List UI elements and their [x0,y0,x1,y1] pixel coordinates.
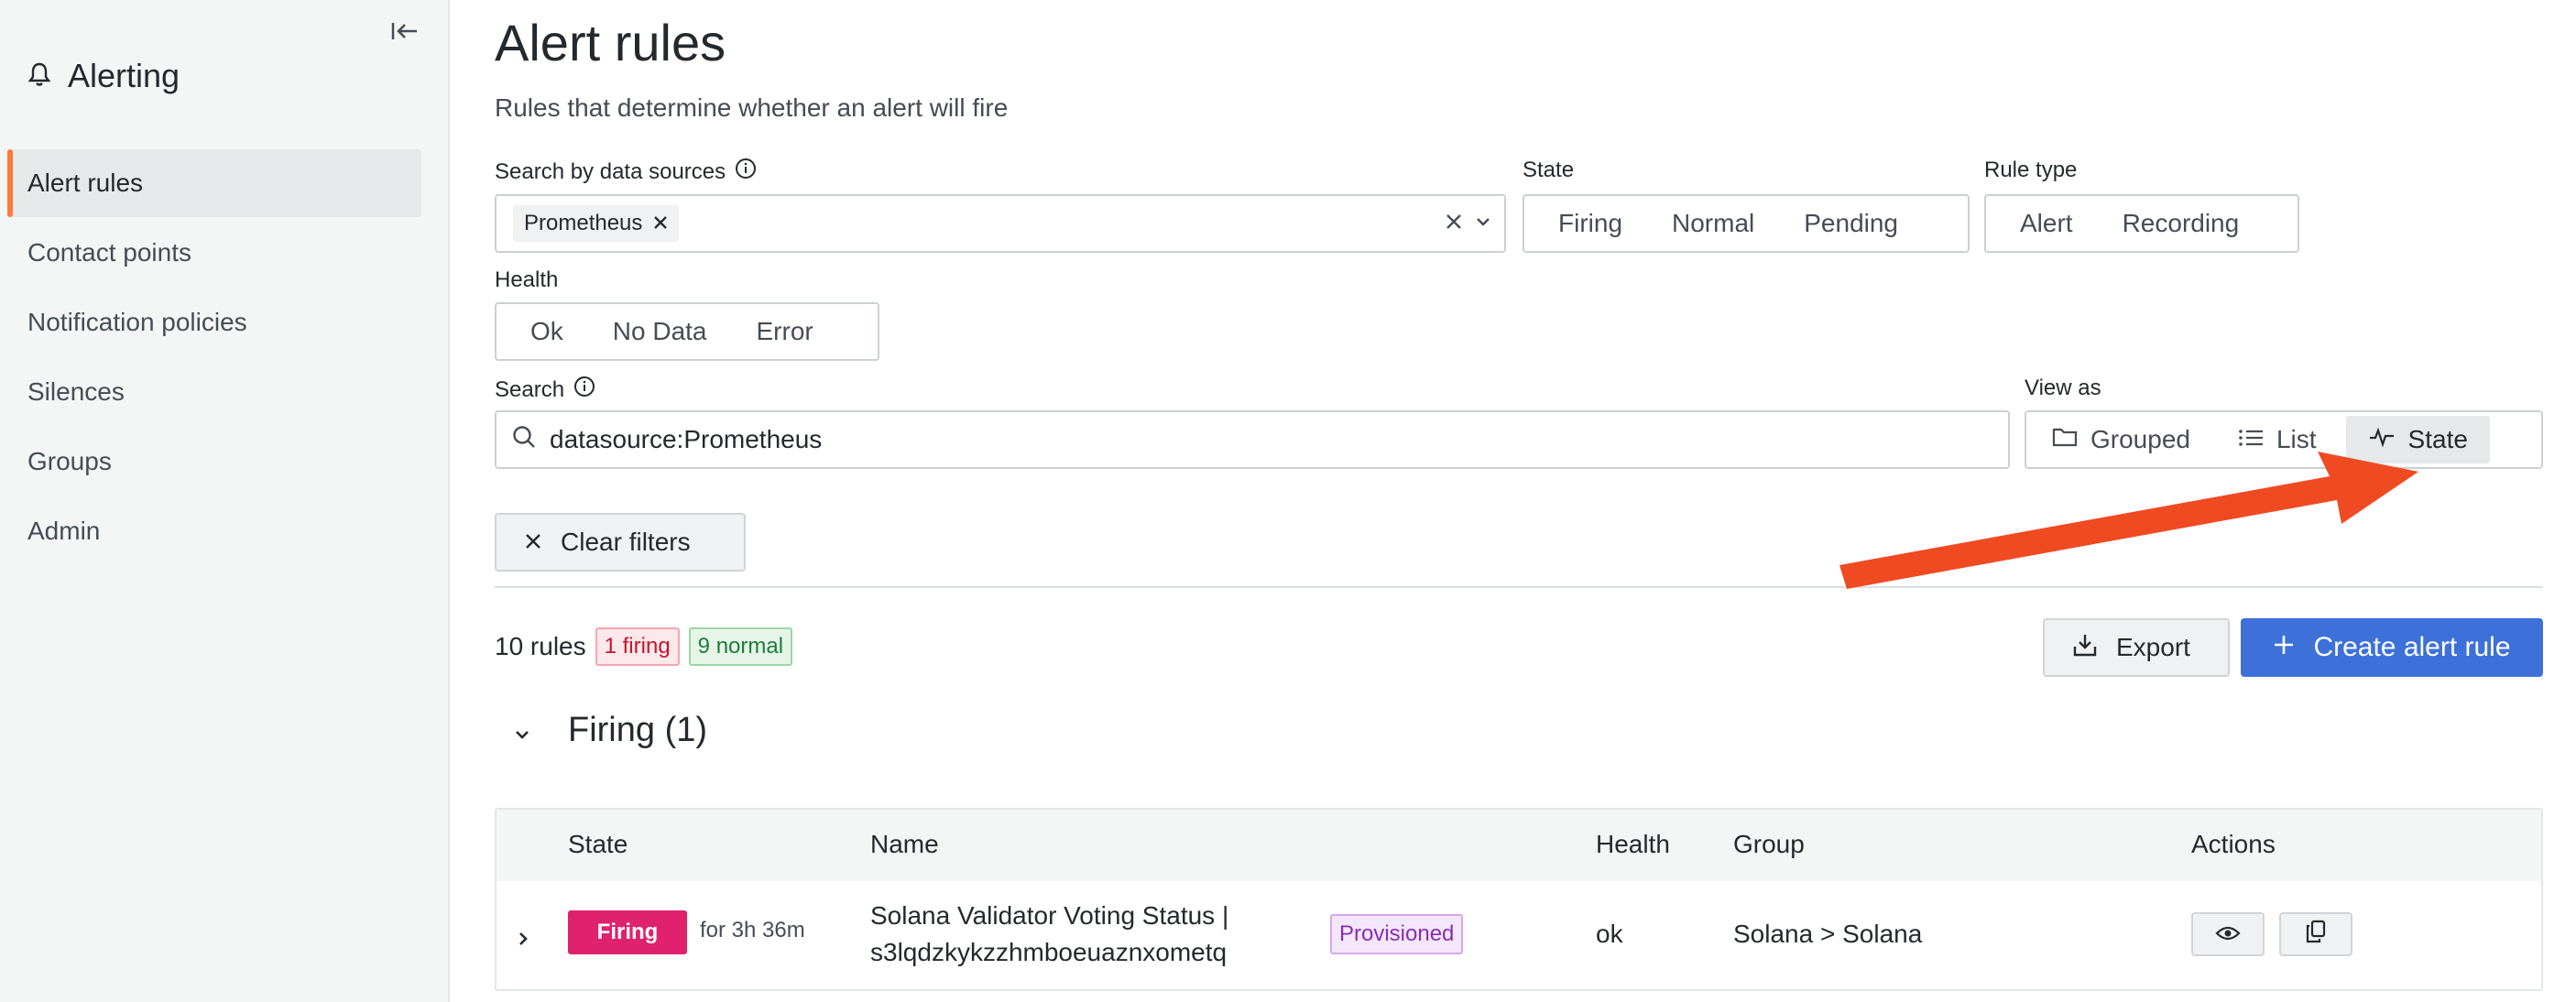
state-filter-label: State [1523,158,1575,182]
info-icon[interactable] [735,158,757,186]
state-badge: Firing [568,910,687,954]
view-as-group: Grouped List State [2025,410,2543,469]
rules-summary: 10 rules 1 firing 9 normal [495,627,793,666]
divider [495,586,2543,588]
health-option-ok[interactable]: Ok [506,317,588,346]
sidebar-nav: Alert rules Contact points Notification … [7,149,421,567]
state-filter-group: Firing Normal Pending [1523,194,1970,253]
view-grouped-label: Grouped [2090,425,2190,453]
ruletype-label: Rule type [1984,158,2078,182]
close-icon [524,528,542,557]
health-filter-group: Ok No Data Error [495,302,879,361]
rule-name[interactable]: Solana Validator Voting Status | s3lqdzk… [870,898,1228,971]
sidebar-item-contact-points[interactable]: Contact points [7,219,421,287]
bell-icon [27,57,51,95]
view-grouped-option[interactable]: Grouped [2030,416,2212,463]
view-list-option[interactable]: List [2212,416,2339,463]
sidebar-item-groups[interactable]: Groups [7,428,421,496]
folder-icon [2052,425,2078,454]
search-value: datasource:Prometheus [550,425,823,453]
search-label: Search [495,376,595,404]
rule-name-line2: s3lqdzkykzzhmboeuaznxometq [870,938,1228,966]
state-option-firing[interactable]: Firing [1534,209,1647,238]
rule-health: ok [1596,920,1623,948]
chevron-right-icon[interactable] [517,925,529,954]
viewas-label: View as [2025,376,2101,400]
create-alert-rule-button[interactable]: Create alert rule [2241,618,2543,677]
table-row[interactable]: Firing for 3h 36m Solana Validator Votin… [497,881,2541,991]
rules-table: State Name Health Group Actions Firing f… [495,808,2543,991]
health-option-nodata[interactable]: No Data [588,317,732,346]
state-option-pending[interactable]: Pending [1779,209,1923,238]
ruletype-option-alert[interactable]: Alert [1995,209,2098,238]
datasource-chip: Prometheus [513,205,680,242]
provisioned-badge: Provisioned [1330,914,1464,954]
rules-count: 10 rules [495,632,586,660]
datasource-select[interactable]: Prometheus [495,194,1506,253]
view-state-label: State [2407,425,2468,453]
datasources-label: Search by data sources [495,158,757,186]
view-rule-button[interactable] [2191,912,2265,956]
rule-name-line1: Solana Validator Voting Status | [870,901,1229,930]
section-title: Firing (1) [568,711,708,749]
search-icon [511,424,537,456]
page-title: Alert rules [495,14,726,71]
ruletype-option-recording[interactable]: Recording [2098,209,2265,238]
eye-icon [2215,920,2241,949]
view-list-label: List [2276,425,2317,453]
normal-count-badge: 9 normal [688,627,793,666]
plus-icon [2273,632,2295,663]
sidebar-item-notification-policies[interactable]: Notification policies [7,289,421,356]
header-name: Name [870,830,939,858]
view-state-option[interactable]: State [2345,416,2490,463]
chevron-down-icon[interactable] [1475,215,1491,232]
sidebar: Alerting Alert rules Contact points Noti… [0,0,450,1002]
sidebar-item-silences[interactable]: Silences [7,358,421,426]
download-icon [2072,632,2098,664]
header-state: State [568,830,628,858]
table-header: State Name Health Group Actions [497,810,2541,881]
health-label: Health [495,267,559,292]
export-label: Export [2116,633,2190,661]
copy-rule-button[interactable] [2279,912,2352,956]
clear-select-icon[interactable] [1446,213,1462,234]
remove-chip-icon[interactable] [653,211,668,236]
state-duration: for 3h 36m [700,918,805,942]
search-input[interactable]: datasource:Prometheus [495,410,2010,469]
datasources-label-text: Search by data sources [495,158,726,184]
datasource-chip-label: Prometheus [524,211,643,235]
firing-count-badge: 1 firing [595,627,680,666]
header-actions: Actions [2191,830,2276,858]
page-subtitle: Rules that determine whether an alert wi… [495,93,1009,122]
collapse-sidebar-icon[interactable] [388,15,421,48]
rule-group: Solana > Solana [1733,920,1923,948]
clear-filters-label: Clear filters [561,528,691,556]
search-label-text: Search [495,376,565,402]
sidebar-title: Alerting [27,57,180,95]
sidebar-item-admin[interactable]: Admin [7,497,421,565]
header-health: Health [1596,830,1670,858]
ruletype-filter-group: Alert Recording [1984,194,2299,253]
sidebar-title-text: Alerting [68,57,180,94]
sidebar-item-alert-rules[interactable]: Alert rules [7,149,421,217]
header-group: Group [1733,830,1805,858]
heartbeat-icon [2368,425,2396,454]
list-icon [2238,425,2264,454]
chevron-down-icon[interactable] [513,711,531,750]
state-option-normal[interactable]: Normal [1647,209,1779,238]
clear-filters-button[interactable]: Clear filters [495,513,746,572]
firing-section-header[interactable]: Firing (1) [513,711,707,750]
search-info-icon[interactable] [573,376,595,404]
health-option-error[interactable]: Error [732,317,838,346]
export-button[interactable]: Export [2043,618,2230,677]
create-alert-rule-label: Create alert rule [2313,632,2511,662]
copy-icon [2305,920,2327,950]
